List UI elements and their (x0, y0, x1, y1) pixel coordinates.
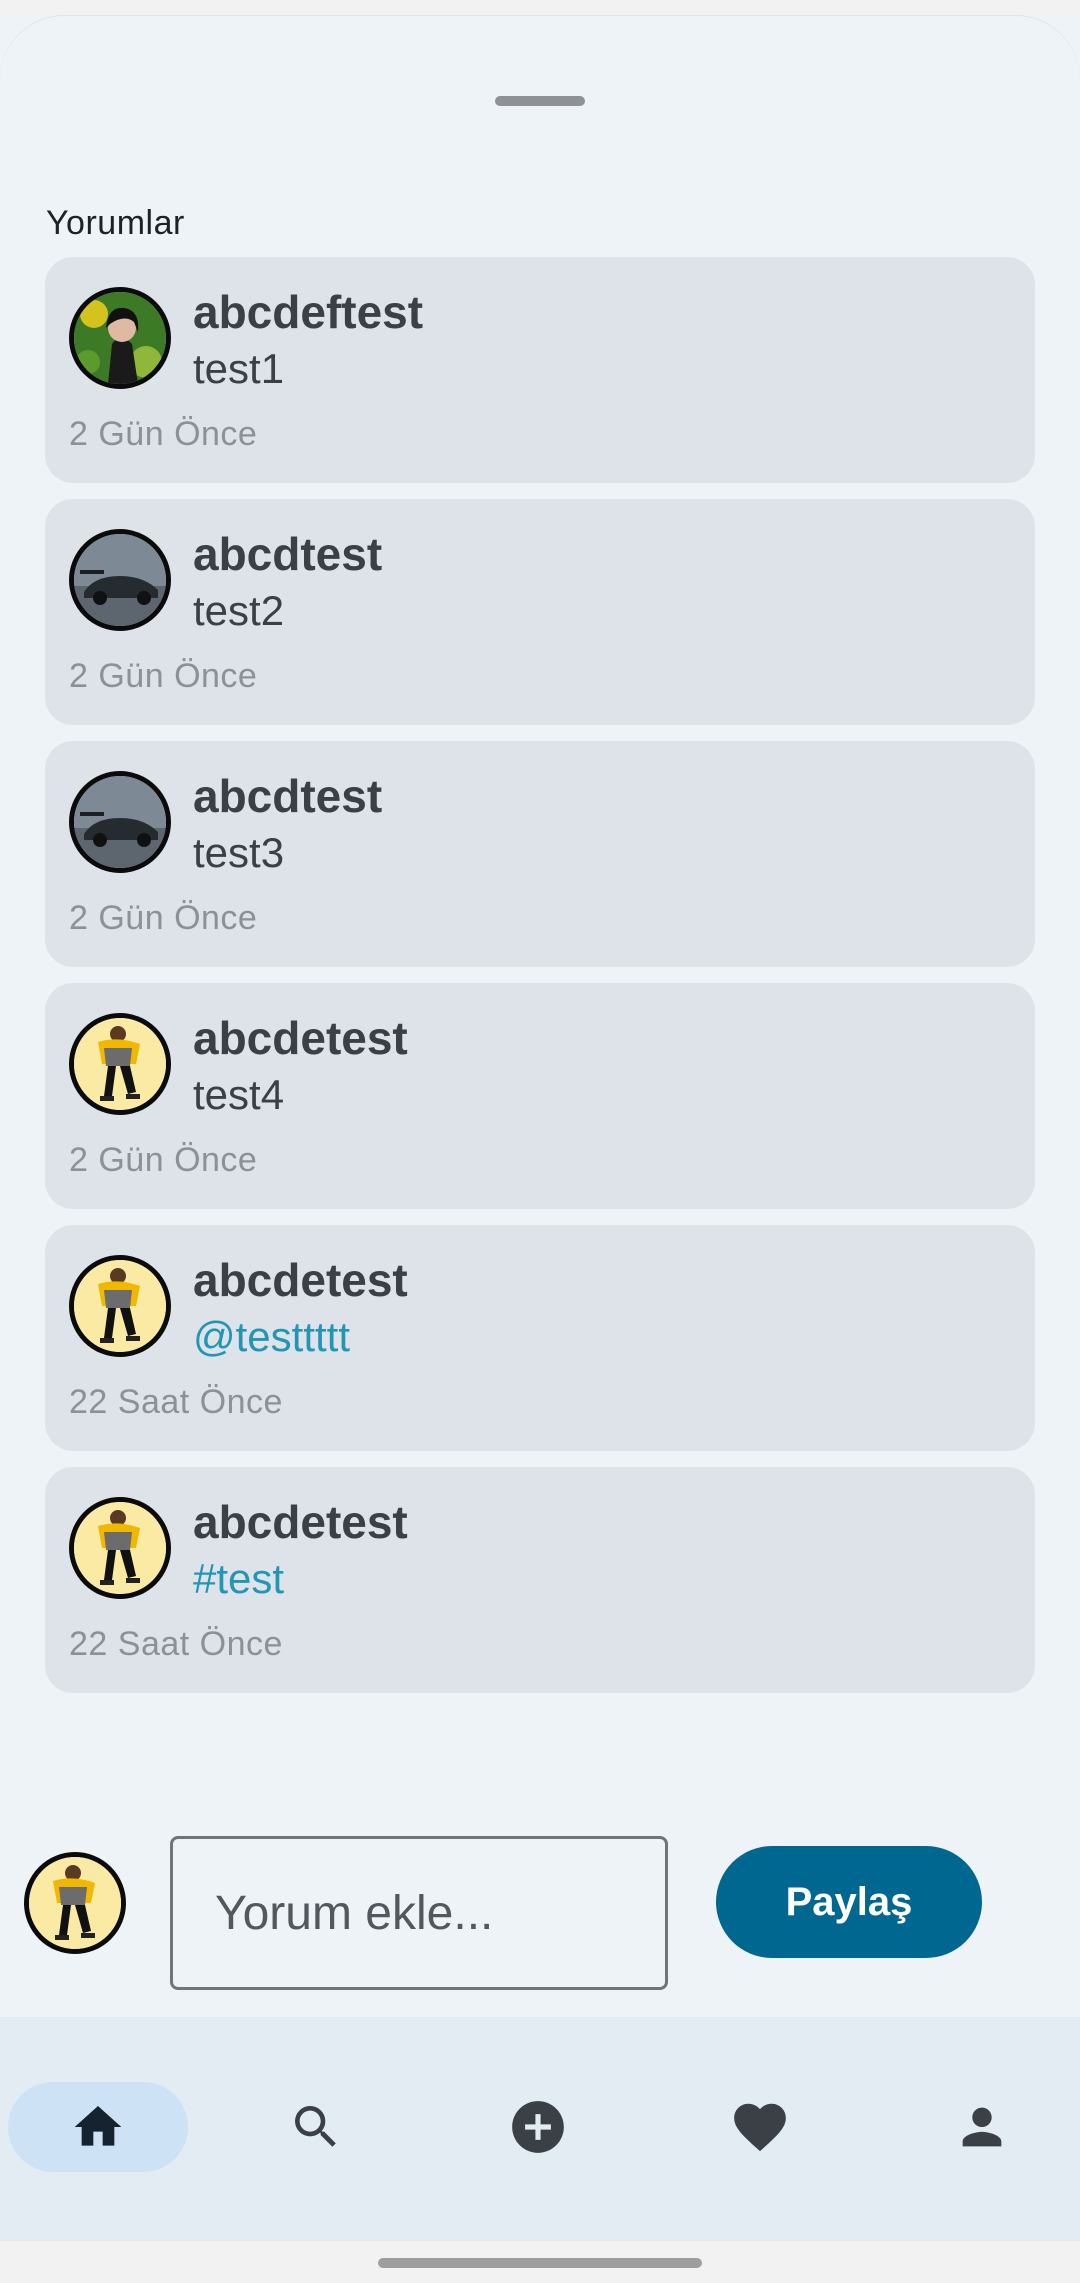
section-title: Yorumlar (46, 204, 185, 242)
status-bar (0, 0, 1080, 16)
comment-username[interactable]: abcdetest (193, 1495, 408, 1549)
avatar-car-image (74, 776, 166, 868)
comment-time: 2 Gün Önce (69, 1141, 258, 1179)
comment-username[interactable]: abcdtest (193, 769, 382, 823)
avatar-woman-plants-image (74, 292, 166, 384)
avatar[interactable] (69, 1497, 171, 1599)
avatar-dancer-image (74, 1502, 166, 1594)
comment-card[interactable]: abcdeftest test1 2 Gün Önce (45, 257, 1035, 483)
comment-time: 2 Gün Önce (69, 415, 258, 453)
mention-link[interactable]: @testtttt (193, 1313, 350, 1361)
comment-time: 22 Saat Önce (69, 1383, 283, 1421)
nav-add[interactable] (448, 2082, 628, 2172)
avatar-car-image (74, 534, 166, 626)
comment-username[interactable]: abcdeftest (193, 285, 423, 339)
comment-card[interactable]: abcdetest #test 22 Saat Önce (45, 1467, 1035, 1693)
nav-favorites[interactable] (670, 2082, 850, 2172)
home-indicator[interactable] (378, 2258, 702, 2268)
comment-username[interactable]: abcdetest (193, 1011, 408, 1065)
comment-card[interactable]: abcdtest test2 2 Gün Önce (45, 499, 1035, 725)
comment-username[interactable]: abcdetest (193, 1253, 408, 1307)
comment-input[interactable] (170, 1836, 668, 1990)
comment-card[interactable]: abcdetest @testtttt 22 Saat Önce (45, 1225, 1035, 1451)
comment-card[interactable]: abcdetest test4 2 Gün Önce (45, 983, 1035, 1209)
current-user-avatar[interactable] (24, 1852, 126, 1954)
avatar[interactable] (69, 1013, 171, 1115)
person-icon (962, 2107, 1002, 2147)
avatar-dancer-image (74, 1260, 166, 1352)
avatar[interactable] (69, 1255, 171, 1357)
comment-card[interactable]: abcdtest test3 2 Gün Önce (45, 741, 1035, 967)
comment-text: test4 (193, 1071, 285, 1118)
comment-time: 22 Saat Önce (69, 1625, 283, 1663)
avatar-dancer-image (29, 1857, 121, 1949)
nav-profile[interactable] (892, 2082, 1072, 2172)
hashtag-link[interactable]: #test (193, 1555, 284, 1603)
search-icon (295, 2106, 336, 2147)
comment-text: test1 (193, 345, 285, 392)
share-button[interactable]: Paylaş (716, 1846, 982, 1958)
nav-search[interactable] (226, 2082, 406, 2172)
bottom-navigation (0, 2017, 1080, 2241)
heart-icon (734, 2103, 786, 2152)
comment-text: test2 (193, 587, 285, 634)
system-gesture-bar (0, 2241, 1080, 2283)
home-icon (74, 2106, 122, 2146)
comment-time: 2 Gün Önce (69, 899, 258, 937)
nav-home[interactable] (8, 2082, 188, 2172)
avatar[interactable] (69, 529, 171, 631)
drag-handle[interactable] (495, 96, 585, 106)
add-circle-icon (512, 2101, 564, 2153)
comment-text: test3 (193, 829, 285, 876)
comment-username[interactable]: abcdtest (193, 527, 382, 581)
avatar[interactable] (69, 771, 171, 873)
avatar-dancer-image (74, 1018, 166, 1110)
avatar[interactable] (69, 287, 171, 389)
comment-time: 2 Gün Önce (69, 657, 258, 695)
